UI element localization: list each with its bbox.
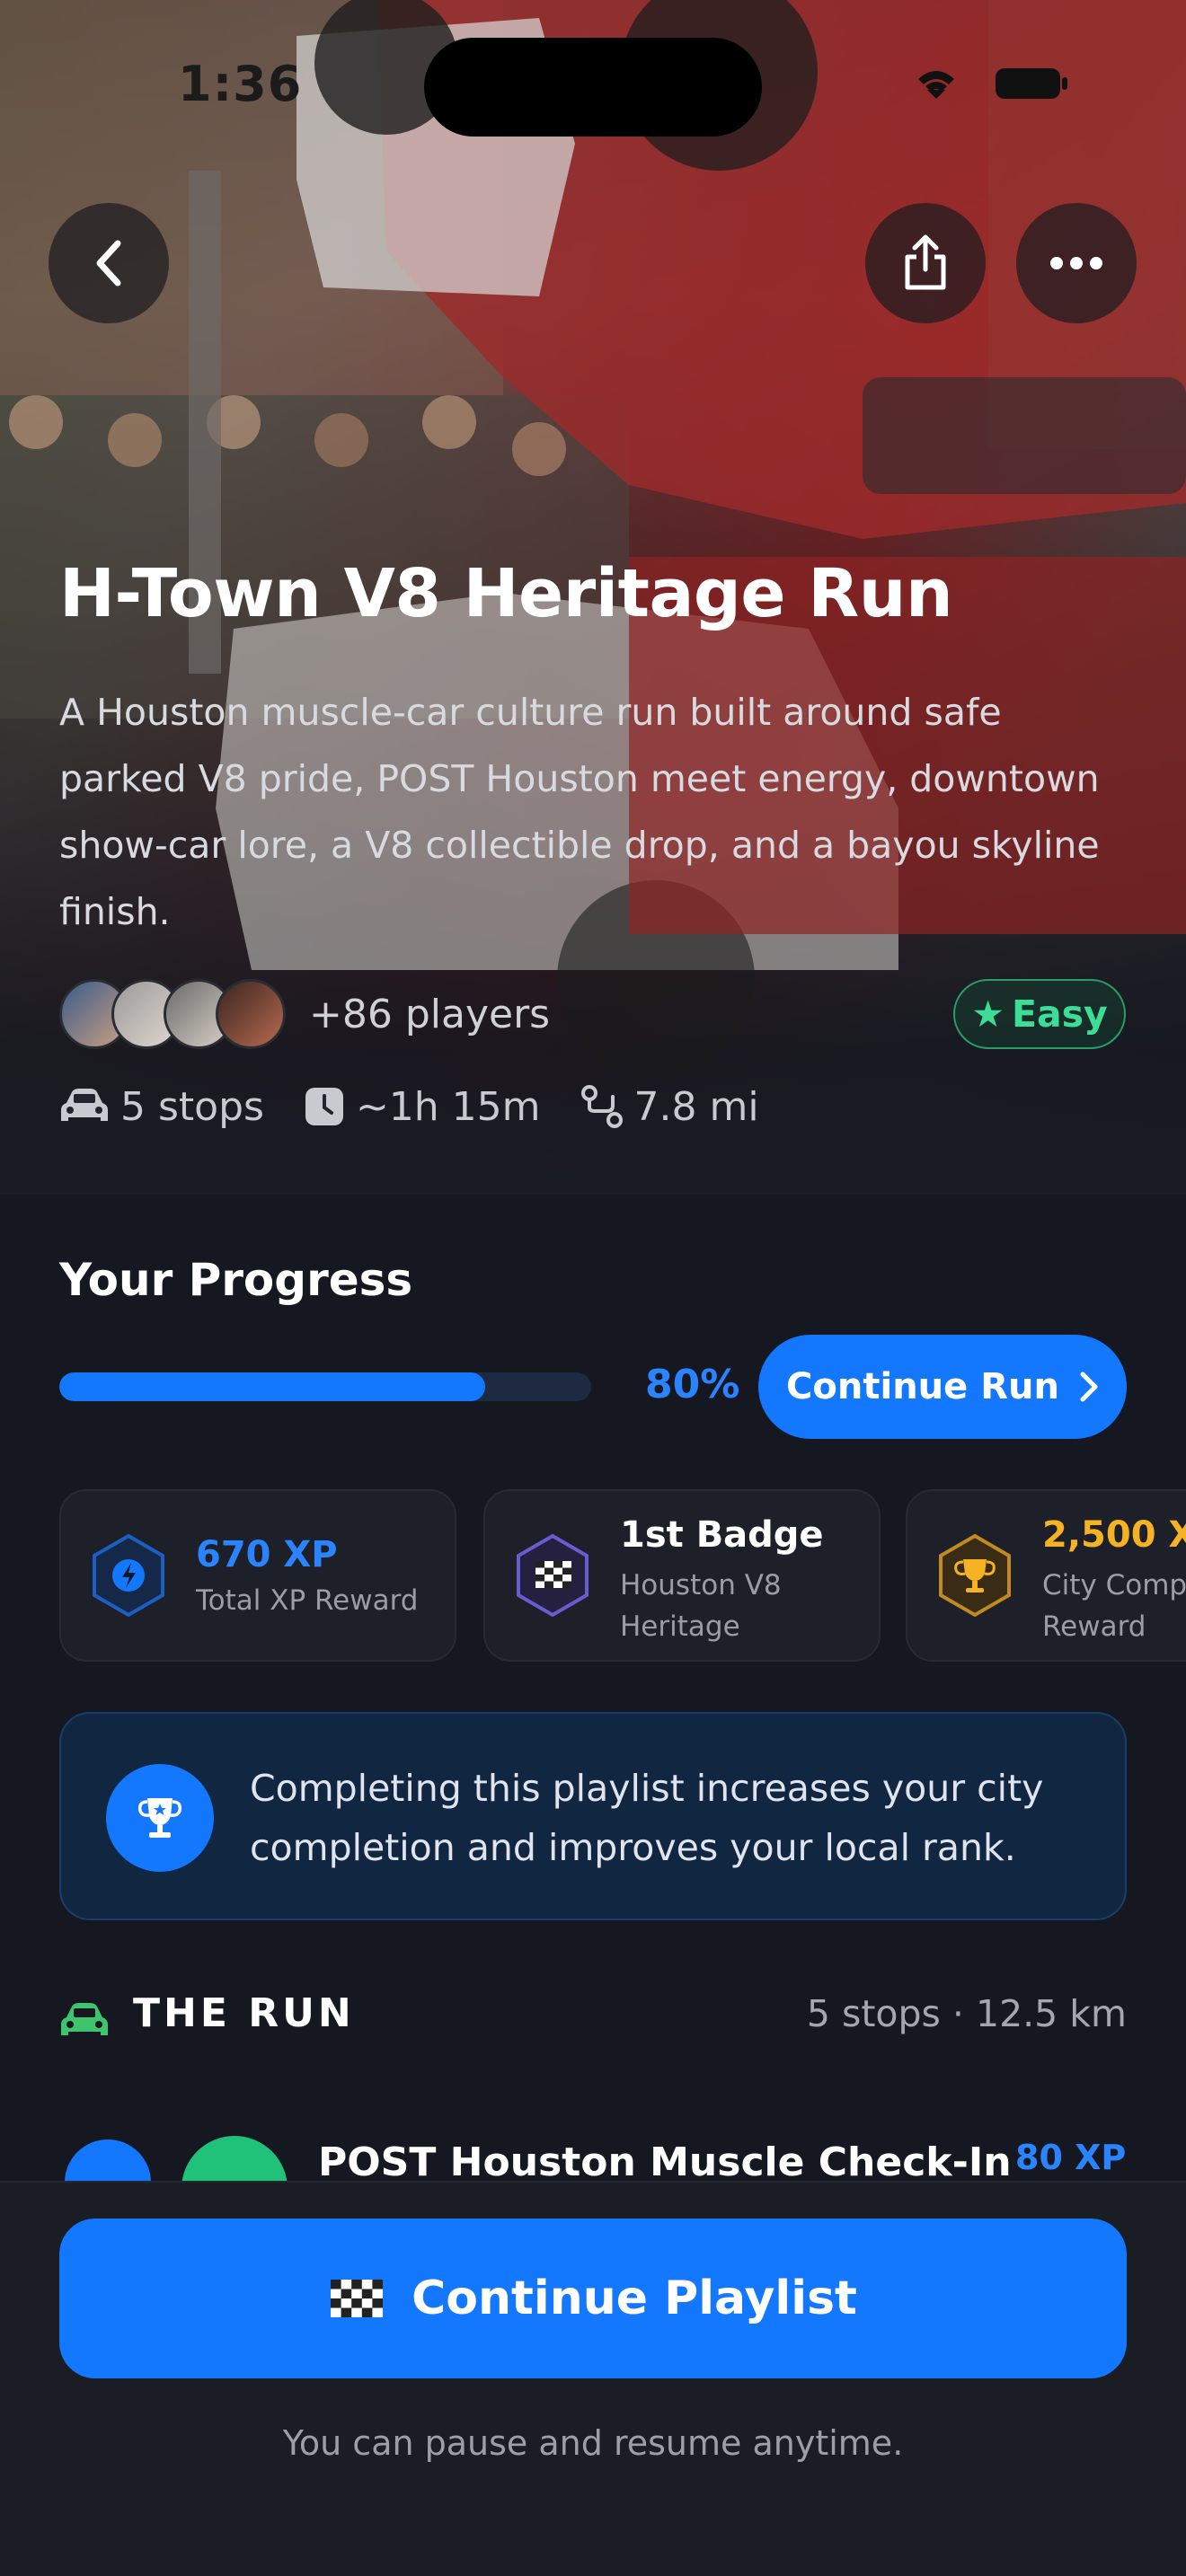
car-icon xyxy=(61,2003,108,2035)
more-icon xyxy=(1050,257,1102,269)
lightning-hex-icon xyxy=(93,1533,164,1618)
playlist-description: A Houston muscle-car culture run built a… xyxy=(59,691,1100,933)
reward-title: 2,500 XP xyxy=(1042,1514,1186,1556)
battery-icon xyxy=(996,68,1067,99)
run-summary: 5 stops · 12.5 km xyxy=(806,1992,1127,2035)
home-indicator xyxy=(465,2551,721,2562)
reward-card-badge[interactable]: 1st Badge Houston V8 Heritage xyxy=(483,1489,881,1662)
continue-playlist-button[interactable]: Continue Playlist xyxy=(59,2219,1127,2378)
progress-percent: 80% xyxy=(645,1362,740,1407)
checkered-flag-hex-icon xyxy=(517,1533,589,1618)
trophy-hex-icon xyxy=(939,1533,1011,1618)
stop-item[interactable]: POST Houston Muscle Check-In 80 XP xyxy=(0,2120,1186,2183)
status-icons xyxy=(918,68,1067,99)
stop-name: POST Houston Muscle Check-In xyxy=(318,2139,1012,2183)
progress-title: Your Progress xyxy=(59,1254,413,1306)
clock-icon xyxy=(305,1088,343,1125)
stop-status-icon xyxy=(181,2136,288,2183)
share-icon xyxy=(905,234,946,290)
continue-run-button[interactable]: Continue Run xyxy=(758,1335,1127,1439)
distance-meta: 7.8 mi xyxy=(580,1084,759,1130)
reward-subtitle: City Completion Reward xyxy=(1042,1569,1186,1643)
difficulty-badge: ★ Easy xyxy=(953,979,1126,1049)
stops-meta: 5 stops xyxy=(59,1084,264,1130)
trophy-icon xyxy=(106,1764,214,1872)
reward-title: 1st Badge xyxy=(620,1514,824,1556)
chevron-left-icon xyxy=(96,240,121,287)
duration: ~1h 15m xyxy=(355,1083,541,1130)
bottom-action-bar: Continue Playlist You can pause and resu… xyxy=(0,2181,1186,2576)
dynamic-island xyxy=(424,38,762,137)
star-icon: ★ xyxy=(971,992,1005,1036)
status-time: 1:36 xyxy=(178,56,303,112)
reward-card-city[interactable]: 2,500 XP City Completion Reward xyxy=(906,1489,1186,1662)
stop-xp: 80 XP xyxy=(1015,2138,1127,2177)
players-count: +86 players xyxy=(309,991,551,1037)
distance: 7.8 mi xyxy=(633,1083,759,1130)
reward-subtitle: Houston V8 Heritage xyxy=(620,1569,782,1643)
rewards-carousel[interactable]: 670 XP Total XP Reward 1st Badge Houston… xyxy=(59,1489,1186,1663)
progress-bar xyxy=(59,1372,591,1401)
back-button[interactable] xyxy=(49,203,169,323)
run-title: THE RUN xyxy=(133,1990,355,2036)
progress-fill xyxy=(59,1372,485,1401)
difficulty-label: Easy xyxy=(1011,992,1108,1036)
duration-meta: ~1h 15m xyxy=(304,1084,541,1130)
info-text: Completing this playlist increases your … xyxy=(250,1767,1044,1869)
reward-card-xp[interactable]: 670 XP Total XP Reward xyxy=(59,1489,456,1662)
share-button[interactable] xyxy=(865,203,986,323)
route-icon xyxy=(580,1085,623,1128)
playlist-meta: 5 stops ~1h 15m 7.8 mi xyxy=(59,1080,799,1134)
city-completion-info: Completing this playlist increases your … xyxy=(59,1712,1127,1920)
car-icon xyxy=(61,1089,108,1121)
more-options-button[interactable] xyxy=(1016,203,1137,323)
continue-run-label: Continue Run xyxy=(786,1366,1059,1407)
stops-count: 5 stops xyxy=(120,1083,264,1130)
chevron-right-icon xyxy=(1080,1372,1098,1402)
checkered-flag-icon xyxy=(331,2280,384,2317)
wifi-icon xyxy=(918,71,954,99)
players-row[interactable]: +86 players xyxy=(59,979,550,1049)
avatar xyxy=(216,979,286,1049)
run-header: THE RUN 5 stops · 12.5 km xyxy=(59,1990,1127,2053)
playlist-title: H-Town V8 Heritage Run xyxy=(59,555,953,632)
status-bar: 1:36 xyxy=(0,0,1186,162)
reward-subtitle: Total XP Reward xyxy=(196,1584,419,1617)
hero-section: 1:36 H-Town V8 Heritage Run A Houston mu… xyxy=(0,0,1186,1195)
reward-title: 670 XP xyxy=(196,1534,338,1575)
stop-number-badge xyxy=(65,2139,151,2183)
pause-note: You can pause and resume anytime. xyxy=(282,2423,904,2463)
continue-playlist-label: Continue Playlist xyxy=(412,2272,857,2325)
